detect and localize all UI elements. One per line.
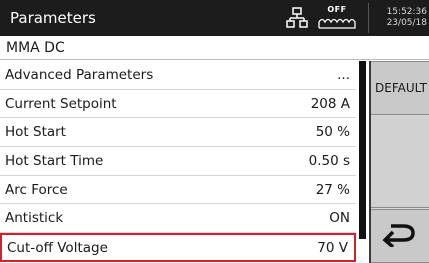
param-value: 0.50 s [308, 152, 350, 169]
return-arrow-icon [381, 221, 417, 251]
parameter-list: Advanced Parameters ... Current Setpoint… [0, 61, 356, 263]
param-row-advanced-parameters[interactable]: Advanced Parameters ... [0, 61, 356, 90]
param-label: Cut-off Voltage [7, 239, 108, 256]
clock: 15:52:36 23/05/18 [375, 7, 427, 29]
clock-date: 23/05/18 [386, 18, 427, 28]
param-row-cutoff-voltage[interactable]: Cut-off Voltage 70 V [0, 233, 356, 263]
network-icon [286, 7, 308, 29]
arc-wave-icon [318, 18, 356, 29]
param-label: Arc Force [5, 181, 68, 198]
param-row-hot-start[interactable]: Hot Start 50 % [0, 118, 356, 148]
param-label: Antistick [5, 210, 64, 227]
title-bar: Parameters OFF 15:52:36 23/05/18 [0, 0, 429, 36]
param-row-arc-force[interactable]: Arc Force 27 % [0, 176, 356, 205]
param-value: 208 A [310, 95, 350, 112]
back-button[interactable] [369, 209, 429, 263]
clock-time: 15:52:36 [386, 7, 427, 17]
param-label: Hot Start Time [5, 152, 104, 169]
param-label: Advanced Parameters [5, 66, 154, 83]
param-value: ... [337, 66, 350, 83]
default-button[interactable]: DEFAULT [369, 61, 429, 115]
arc-status-label: OFF [327, 5, 347, 14]
param-label: Current Setpoint [5, 95, 117, 112]
arc-status-indicator: OFF [314, 3, 360, 33]
empty-side-slot [369, 116, 429, 208]
param-row-hot-start-time[interactable]: Hot Start Time 0.50 s [0, 147, 356, 176]
default-button-label: DEFAULT [375, 81, 427, 95]
param-label: Hot Start [5, 124, 66, 141]
param-value: 50 % [315, 124, 350, 141]
list-scrollbar[interactable] [358, 61, 367, 263]
side-panel-edge [369, 61, 371, 263]
page-title: Parameters [10, 9, 96, 27]
scrollbar-thumb[interactable] [359, 61, 366, 239]
side-button-panel: DEFAULT [369, 61, 429, 263]
param-row-antistick[interactable]: Antistick ON [0, 204, 356, 234]
param-value: ON [329, 210, 350, 227]
process-name: MMA DC [0, 36, 429, 60]
header-divider [368, 3, 369, 33]
param-row-current-setpoint[interactable]: Current Setpoint 208 A [0, 90, 356, 119]
param-value: 70 V [317, 239, 348, 256]
param-value: 27 % [315, 181, 350, 198]
